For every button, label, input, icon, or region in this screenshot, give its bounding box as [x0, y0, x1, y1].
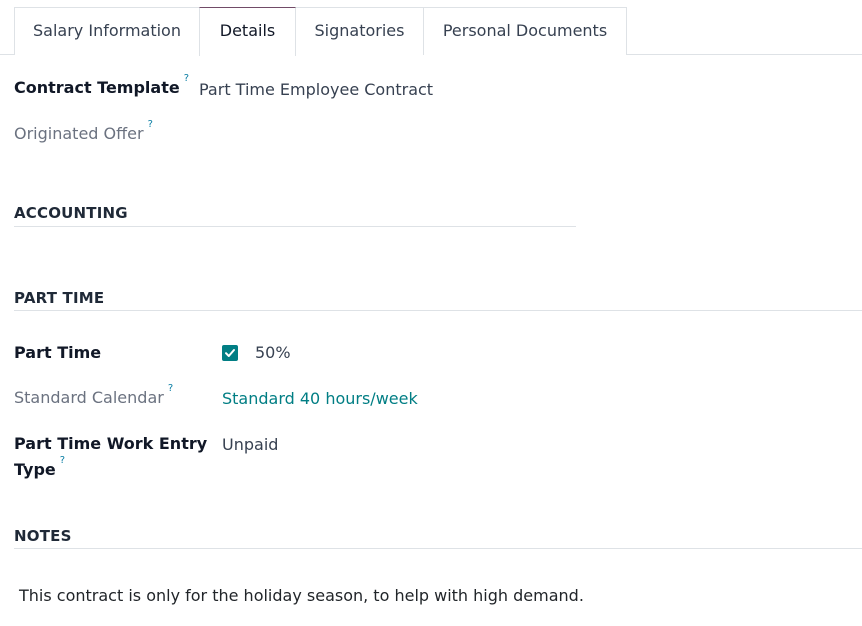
help-icon[interactable]: ? — [184, 73, 189, 84]
tab-details[interactable]: Details — [199, 7, 296, 56]
part-time-label: Part Time — [14, 343, 102, 362]
section-title-notes: NOTES — [14, 527, 72, 545]
section-divider — [14, 548, 862, 549]
standard-calendar-label: Standard Calendar — [14, 388, 164, 407]
help-icon[interactable]: ? — [148, 119, 153, 130]
standard-calendar-label-group: Standard Calendar? — [14, 383, 173, 407]
tab-salary-information[interactable]: Salary Information — [14, 7, 200, 55]
tab-bar: Salary Information Details Signatories P… — [0, 0, 862, 56]
part-time-percentage[interactable]: 50% — [255, 343, 291, 362]
section-divider — [14, 310, 862, 311]
tab-personal-documents[interactable]: Personal Documents — [423, 7, 627, 55]
section-title-part-time: PART TIME — [14, 289, 105, 307]
contract-template-label-group: Contract Template? — [14, 73, 189, 97]
standard-calendar-link[interactable]: Standard 40 hours/week — [222, 389, 418, 408]
originated-offer-value[interactable] — [199, 124, 579, 144]
contract-template-value[interactable]: Part Time Employee Contract — [199, 80, 433, 99]
contract-template-label: Contract Template — [14, 78, 180, 97]
work-entry-type-value[interactable]: Unpaid — [222, 435, 278, 454]
originated-offer-label: Originated Offer — [14, 124, 144, 143]
section-title-accounting: ACCOUNTING — [14, 204, 128, 222]
work-entry-type-label-line1: Part Time Work Entry — [14, 434, 208, 453]
originated-offer-label-group: Originated Offer? — [14, 119, 153, 143]
work-entry-type-label-line2-group: Type? — [14, 455, 65, 479]
help-icon[interactable]: ? — [168, 383, 173, 394]
tab-signatories[interactable]: Signatories — [295, 7, 424, 55]
part-time-checkbox[interactable] — [222, 345, 238, 361]
check-icon — [225, 349, 235, 357]
section-divider — [14, 226, 576, 227]
notes-text[interactable]: This contract is only for the holiday se… — [19, 586, 584, 605]
help-icon[interactable]: ? — [60, 455, 65, 466]
work-entry-type-label-line2: Type — [14, 460, 56, 479]
